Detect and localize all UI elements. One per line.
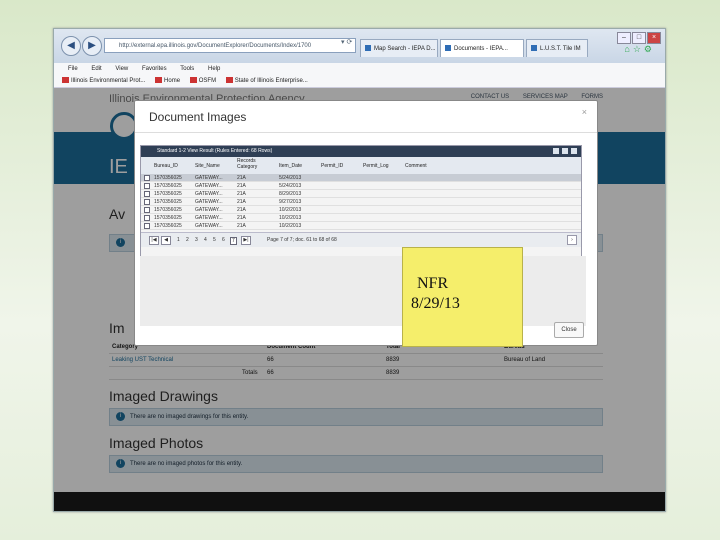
- page-link[interactable]: 2: [186, 237, 189, 243]
- grid-row[interactable]: 1570356025 GATEWAY... 21A 5/24/2013: [141, 182, 581, 190]
- page-link[interactable]: 5: [213, 237, 216, 243]
- menu-view[interactable]: View: [115, 66, 128, 72]
- row-checkbox[interactable]: [144, 183, 150, 189]
- grid-pager: |◀ ◀ 1 2 3 4 5 6 7 ▶| Page 7 of 7; doc. …: [141, 232, 581, 247]
- home-star-gear-icons[interactable]: ⌂☆⚙: [624, 44, 655, 55]
- favorite-iepa[interactable]: Illinois Environmental Prot...: [62, 77, 145, 84]
- row-checkbox[interactable]: [144, 191, 150, 197]
- screenshot-frame: ◀ ▶ http://external.epa.illinois.gov/Doc…: [53, 28, 666, 512]
- grid-row[interactable]: 1570356025 GATEWAY... 21A 10/2/2013: [141, 206, 581, 214]
- maximize-icon[interactable]: □: [632, 32, 646, 44]
- col-records-category[interactable]: Records Category: [237, 158, 263, 170]
- document-grid: Standard 1-2 View Result (Rules Entered:…: [140, 145, 582, 257]
- row-checkbox[interactable]: [144, 199, 150, 205]
- row-checkbox[interactable]: [144, 207, 150, 213]
- col-bureau-id[interactable]: Bureau_ID: [154, 163, 178, 169]
- favorite-icon: [225, 77, 233, 84]
- row-checkbox[interactable]: [144, 223, 150, 229]
- minimize-icon[interactable]: –: [617, 32, 631, 44]
- page-link[interactable]: 4: [204, 237, 207, 243]
- grid-row[interactable]: 1570356025 GATEWAY... 21A 10/2/2013: [141, 222, 581, 230]
- tab-favicon-icon: [531, 45, 537, 52]
- page-link[interactable]: 6: [222, 237, 225, 243]
- prev-page-icon[interactable]: ◀: [161, 236, 171, 245]
- favorite-icon: [155, 77, 163, 84]
- grid-minimize-icon[interactable]: [553, 148, 559, 154]
- row-checkbox[interactable]: [144, 175, 150, 181]
- scroll-right-icon[interactable]: ›: [567, 235, 577, 245]
- favorite-icon: [189, 77, 197, 84]
- grid-row[interactable]: 1570356025 GATEWAY... 21A 8/29/2013: [141, 190, 581, 198]
- menu-help[interactable]: Help: [208, 66, 220, 72]
- page-link[interactable]: 3: [195, 237, 198, 243]
- document-images-modal: Document Images × Standard 1-2 View Resu…: [134, 100, 598, 346]
- close-icon[interactable]: ×: [582, 107, 587, 117]
- page-current[interactable]: 7: [230, 237, 237, 245]
- menu-file[interactable]: File: [68, 66, 78, 72]
- menu-favorites[interactable]: Favorites: [142, 66, 167, 72]
- col-permit-log[interactable]: Permit_Log: [363, 163, 389, 169]
- tab-map-search[interactable]: Map Search - IEPA D...: [360, 39, 438, 57]
- browser-titlebar: ◀ ▶ http://external.epa.illinois.gov/Doc…: [54, 29, 665, 64]
- menu-bar: File Edit View Favorites Tools Help: [54, 63, 665, 75]
- grid-rows: 1570356025 GATEWAY... 21A 5/24/2013 1570356…: [141, 174, 581, 230]
- col-permit-id[interactable]: Permit_ID: [321, 163, 343, 169]
- favorites-bar: Illinois Environmental Prot... Home OSFM…: [54, 75, 665, 88]
- modal-divider: [135, 132, 597, 133]
- close-button[interactable]: Close: [554, 322, 584, 338]
- col-item-date[interactable]: Item_Date: [279, 163, 302, 169]
- last-page-icon[interactable]: ▶|: [241, 236, 251, 245]
- forward-icon[interactable]: ▶: [82, 36, 102, 56]
- favorite-osfm[interactable]: OSFM: [189, 77, 216, 84]
- sticky-note: NFR 8/29/13: [402, 247, 523, 347]
- grid-row[interactable]: 1570356025 GATEWAY... 21A 9/27/2013: [141, 198, 581, 206]
- grid-close-icon[interactable]: [571, 148, 577, 154]
- grid-row[interactable]: 1570356025 GATEWAY... 21A 10/2/2013: [141, 214, 581, 222]
- page-link[interactable]: 1: [177, 237, 180, 243]
- back-icon[interactable]: ◀: [61, 36, 81, 56]
- tab-lust[interactable]: L.U.S.T. Tile IM: [526, 39, 588, 57]
- refresh-icon[interactable]: ▾ ⟳: [341, 38, 352, 46]
- tab-favicon-icon: [445, 45, 451, 52]
- grid-toolbar: Standard 1-2 View Result (Rules Entered:…: [141, 146, 581, 157]
- menu-tools[interactable]: Tools: [180, 66, 194, 72]
- col-site-name[interactable]: Site_Name: [195, 163, 220, 169]
- pager-status: Page 7 of 7; doc. 61 to 68 of 68: [267, 237, 337, 243]
- row-checkbox[interactable]: [144, 215, 150, 221]
- note-line-1: NFR: [417, 275, 449, 292]
- grid-header: Bureau_ID Site_Name Records Category Ite…: [141, 157, 581, 175]
- grid-restore-icon[interactable]: [562, 148, 568, 154]
- col-comment[interactable]: Comment: [405, 163, 427, 169]
- first-page-icon[interactable]: |◀: [149, 236, 159, 245]
- note-line-2: 8/29/13: [411, 295, 460, 312]
- tab-favicon-icon: [365, 45, 371, 52]
- grid-title: Standard 1-2 View Result (Rules Entered:…: [157, 148, 273, 154]
- favorite-state[interactable]: State of Illinois Enterprise...: [225, 77, 308, 84]
- address-bar[interactable]: http://external.epa.illinois.gov/Documen…: [104, 38, 356, 53]
- grid-row[interactable]: 1570356025 GATEWAY... 21A 5/24/2013: [141, 174, 581, 182]
- favorite-icon: [62, 77, 69, 84]
- favorite-home[interactable]: Home: [155, 77, 180, 84]
- close-window-icon[interactable]: ×: [647, 32, 661, 44]
- modal-title: Document Images: [149, 110, 247, 124]
- window-controls: – □ ×: [616, 32, 661, 44]
- tab-documents[interactable]: Documents - IEPA...: [440, 39, 524, 57]
- menu-edit[interactable]: Edit: [91, 66, 101, 72]
